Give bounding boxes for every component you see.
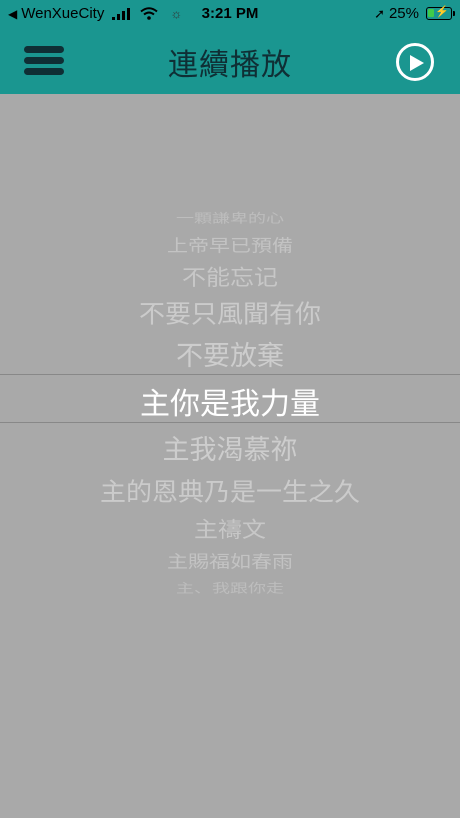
location-arrow-icon: ➚ xyxy=(374,5,385,21)
picker-item[interactable]: 主的恩典乃是一生之久 xyxy=(0,479,460,508)
picker-item[interactable]: 上帝早已預備 xyxy=(0,237,460,257)
picker-selection-line xyxy=(0,374,460,375)
battery-percent: 25% xyxy=(388,5,419,22)
picker-item[interactable]: 一顆謙卑的心 xyxy=(0,211,460,226)
picker-item[interactable]: 不要放棄 xyxy=(0,341,460,372)
picker-item-selected[interactable]: 主你是我力量 xyxy=(0,388,460,422)
picker-item[interactable]: 主禱文 xyxy=(0,517,460,542)
battery-level xyxy=(428,9,434,17)
header-bar: ◀ WenXueCity ☼ 3:21 PM ➚ 25% ⚡ 連續播放 xyxy=(0,0,460,94)
status-right: ➚ 25% ⚡ xyxy=(374,5,455,22)
song-picker[interactable]: 一顆謙卑的心上帝早已預備不能忘记不要只風聞有你 不要放棄主你是我力量 主我渴慕祢主的… xyxy=(0,190,460,620)
play-circle-icon[interactable] xyxy=(396,43,434,81)
battery-icon: ⚡ xyxy=(426,6,455,20)
status-bar: ◀ WenXueCity ☼ 3:21 PM ➚ 25% ⚡ xyxy=(0,0,460,28)
page-title: 連續播放 xyxy=(168,48,292,83)
charging-bolt-icon: ⚡ xyxy=(435,6,449,18)
picker-selection-line xyxy=(0,422,460,423)
picker-item[interactable]: 主我渴慕祢 xyxy=(0,435,460,466)
picker-item[interactable]: 不要只風聞有你 xyxy=(0,301,460,330)
picker-item[interactable]: 主賜福如春雨 xyxy=(0,553,460,573)
picker-item[interactable]: 不能忘记 xyxy=(0,265,460,290)
picker-item[interactable]: 主、我跟你走 xyxy=(0,581,460,596)
